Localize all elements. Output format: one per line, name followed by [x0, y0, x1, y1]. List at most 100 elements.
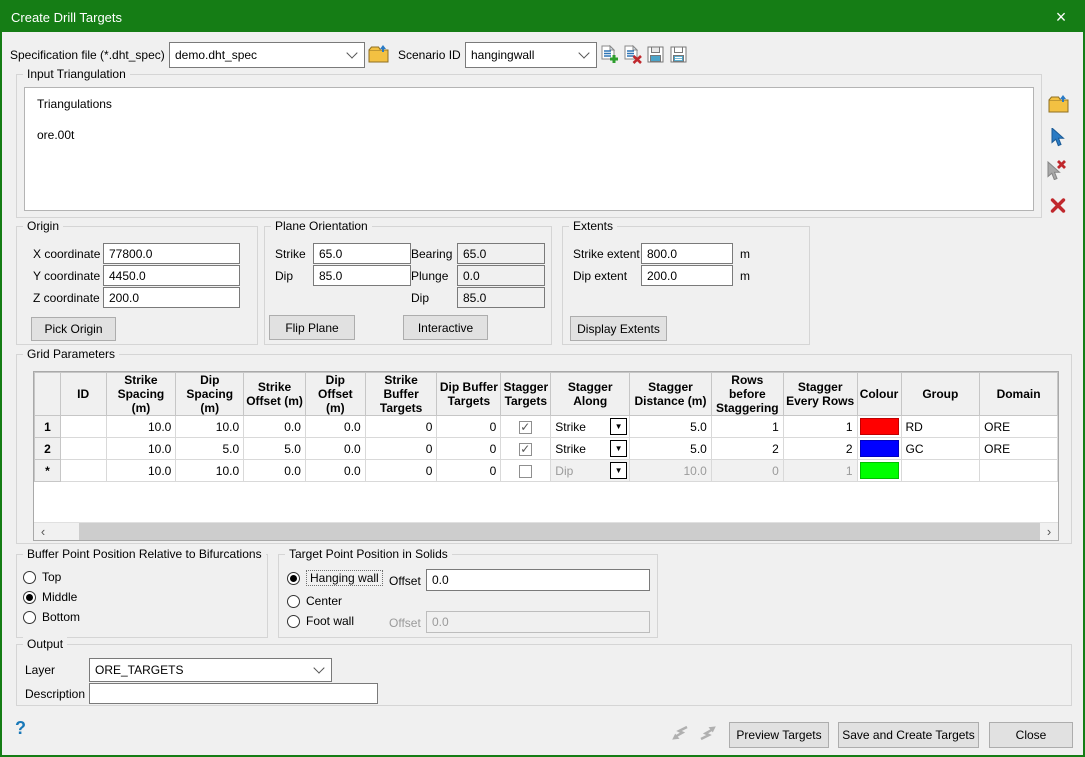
colour-swatch[interactable]	[860, 418, 899, 435]
strike-extent-field[interactable]: 800.0	[641, 243, 733, 264]
layer-combo[interactable]: ORE_TARGETS	[89, 658, 332, 682]
scroll-left-icon[interactable]: ‹	[34, 523, 52, 540]
flip-plane-button[interactable]: Flip Plane	[269, 315, 355, 340]
grid-cell-stagger_along[interactable]: Strike▼	[551, 438, 630, 460]
colour-swatch[interactable]	[860, 440, 899, 457]
grid-cell-strike_buffer[interactable]: 0	[365, 438, 437, 460]
scroll-right-icon[interactable]: ›	[1040, 523, 1058, 540]
center-option[interactable]: Center	[287, 591, 342, 611]
buffer-option-middle[interactable]: Middle	[23, 587, 263, 607]
new-scenario-icon[interactable]	[601, 45, 619, 64]
grid-cell-stagger_distance[interactable]: 10.0	[630, 460, 712, 482]
grid-horizontal-scrollbar[interactable]: ‹ ›	[34, 522, 1058, 540]
grid-cell-stagger_targets[interactable]	[501, 416, 551, 438]
spec-file-combo[interactable]: demo.dht_spec	[169, 42, 365, 68]
close-dialog-button[interactable]: Close	[989, 722, 1073, 748]
lightning-right-icon[interactable]	[698, 724, 718, 742]
deselect-triangulation-cursor-icon[interactable]	[1046, 160, 1067, 180]
buffer-option-bottom[interactable]: Bottom	[23, 607, 263, 627]
grid-cell-strike_offset[interactable]: 5.0	[244, 438, 306, 460]
grid-cell-stagger_distance[interactable]: 5.0	[630, 416, 712, 438]
grid-cell-id[interactable]	[60, 460, 106, 482]
close-icon[interactable]: ×	[1039, 2, 1083, 32]
grid-cell-colour[interactable]	[857, 460, 901, 482]
dip-field[interactable]: 85.0	[313, 265, 411, 286]
grid-cell-dip_buffer[interactable]: 0	[437, 416, 501, 438]
hanging-wall-radio[interactable]	[287, 572, 300, 585]
stagger-targets-checkbox[interactable]	[519, 443, 532, 456]
grid-row-header[interactable]: 1	[35, 416, 61, 438]
grid-cell-rows_before[interactable]: 0	[711, 460, 783, 482]
pick-origin-button[interactable]: Pick Origin	[31, 317, 116, 341]
y-coordinate-field[interactable]: 4450.0	[103, 265, 240, 286]
grid-cell-rows_before[interactable]: 1	[711, 416, 783, 438]
grid-cell-strike_buffer[interactable]: 0	[365, 416, 437, 438]
preview-targets-button[interactable]: Preview Targets	[729, 722, 829, 748]
hanging-offset-field[interactable]: 0.0	[426, 569, 650, 591]
top-radio[interactable]	[23, 571, 36, 584]
save-scenario-icon[interactable]	[647, 46, 664, 63]
grid-cell-stagger_targets[interactable]	[501, 438, 551, 460]
grid-cell-id[interactable]	[60, 438, 106, 460]
grid-cell-rows_before[interactable]: 2	[711, 438, 783, 460]
grid-cell-domain[interactable]: ORE	[980, 416, 1058, 438]
grid-cell-id[interactable]	[60, 416, 106, 438]
grid-cell-dip_spacing[interactable]: 5.0	[176, 438, 244, 460]
load-triangulation-folder-icon[interactable]	[1048, 94, 1069, 113]
buffer-option-top[interactable]: Top	[23, 567, 263, 587]
stagger-targets-checkbox[interactable]	[519, 421, 532, 434]
grid-cell-dip_buffer[interactable]: 0	[437, 438, 501, 460]
grid-cell-stagger_distance[interactable]: 5.0	[630, 438, 712, 460]
grid-cell-stagger_along[interactable]: Dip▼	[551, 460, 630, 482]
grid-row-header[interactable]: *	[35, 460, 61, 482]
save-scenario-as-icon[interactable]	[670, 46, 687, 63]
grid-cell-dip_offset[interactable]: 0.0	[305, 416, 365, 438]
grid-cell-domain[interactable]: ORE	[980, 438, 1058, 460]
grid-cell-colour[interactable]	[857, 416, 901, 438]
grid-cell-dip_spacing[interactable]: 10.0	[176, 460, 244, 482]
grid-cell-stagger_along[interactable]: Strike▼	[551, 416, 630, 438]
hanging-wall-option[interactable]: Hanging wall	[287, 568, 383, 588]
scrollbar-thumb[interactable]	[79, 523, 1040, 540]
delete-scenario-icon[interactable]	[624, 45, 642, 64]
stagger-targets-checkbox[interactable]	[519, 465, 532, 478]
stagger-along-dropdown-icon[interactable]: ▼	[610, 440, 627, 457]
dip-extent-field[interactable]: 200.0	[641, 265, 733, 286]
grid-cell-domain[interactable]	[980, 460, 1058, 482]
remove-triangulation-icon[interactable]	[1050, 198, 1066, 213]
grid-cell-stagger_every[interactable]: 1	[783, 460, 857, 482]
grid-cell-strike_spacing[interactable]: 10.0	[106, 416, 176, 438]
open-spec-folder-icon[interactable]	[368, 44, 389, 63]
grid-cell-dip_spacing[interactable]: 10.0	[176, 416, 244, 438]
scenario-id-combo[interactable]: hangingwall	[465, 42, 597, 68]
select-triangulation-cursor-icon[interactable]	[1050, 128, 1065, 147]
lightning-left-icon[interactable]	[670, 724, 690, 742]
bottom-radio[interactable]	[23, 611, 36, 624]
grid-cell-strike_buffer[interactable]: 0	[365, 460, 437, 482]
stagger-along-dropdown-icon[interactable]: ▼	[610, 462, 627, 479]
grid-cell-dip_buffer[interactable]: 0	[437, 460, 501, 482]
grid-cell-dip_offset[interactable]: 0.0	[305, 460, 365, 482]
help-icon[interactable]: ?	[15, 718, 26, 739]
display-extents-button[interactable]: Display Extents	[570, 316, 667, 341]
grid-cell-group[interactable]: RD	[901, 416, 980, 438]
grid-cell-strike_spacing[interactable]: 10.0	[106, 438, 176, 460]
triangulation-list[interactable]: Triangulations ore.00t	[24, 87, 1034, 211]
z-coordinate-field[interactable]: 200.0	[103, 287, 240, 308]
middle-radio[interactable]	[23, 591, 36, 604]
grid-cell-strike_offset[interactable]: 0.0	[244, 416, 306, 438]
interactive-button[interactable]: Interactive	[403, 315, 488, 340]
stagger-along-dropdown-icon[interactable]: ▼	[610, 418, 627, 435]
foot-wall-radio[interactable]	[287, 615, 300, 628]
grid-cell-stagger_every[interactable]: 2	[783, 438, 857, 460]
grid-cell-group[interactable]: GC	[901, 438, 980, 460]
grid-cell-group[interactable]	[901, 460, 980, 482]
foot-wall-option[interactable]: Foot wall	[287, 611, 354, 631]
grid-cell-strike_spacing[interactable]: 10.0	[106, 460, 176, 482]
save-and-create-targets-button[interactable]: Save and Create Targets	[838, 722, 979, 748]
description-field[interactable]	[89, 683, 378, 704]
grid-cell-colour[interactable]	[857, 438, 901, 460]
grid-cell-stagger_targets[interactable]	[501, 460, 551, 482]
colour-swatch[interactable]	[860, 462, 899, 479]
grid-cell-strike_offset[interactable]: 0.0	[244, 460, 306, 482]
